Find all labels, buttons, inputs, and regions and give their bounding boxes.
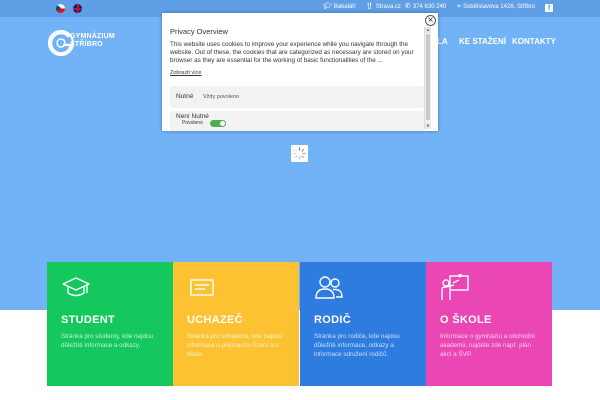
logo-text[interactable]: GYMNÁZIUM STŘÍBRO	[70, 33, 115, 49]
facebook-icon[interactable]: f	[545, 4, 553, 12]
card-uchazec[interactable]: UCHAZEČ Stránka pro uchazeče, kde najdou…	[173, 262, 299, 386]
scroll-thumb[interactable]	[426, 34, 430, 120]
show-more-link[interactable]: Zobrazit více	[170, 70, 201, 76]
close-icon[interactable]: ×	[425, 15, 436, 26]
card-title: STUDENT	[61, 314, 116, 326]
location-pin-icon: ⌖	[457, 3, 461, 10]
privacy-overview-dialog: Privacy Overview × This website uses coo…	[162, 13, 438, 131]
graduation-cap-icon: 🎓︎	[323, 3, 332, 10]
phone-icon: ✆	[405, 3, 411, 10]
card-student[interactable]: STUDENT Stránka pro studenty, kde najdou…	[47, 262, 173, 386]
card-title: O ŠKOLE	[440, 314, 492, 326]
czech-flag-icon[interactable]	[56, 4, 65, 13]
phone-link[interactable]: ✆ 374 630 240	[405, 3, 446, 10]
category-label: Nutné	[176, 93, 194, 100]
nav-item-ke-stazeni[interactable]: KE STAŽENÍ	[459, 37, 506, 46]
graduation-cap-icon	[62, 277, 90, 297]
card-text: Stránka pro studenty, kde najdou důležit…	[61, 333, 153, 349]
category-status: Vždy povoleno	[203, 94, 240, 100]
scroll-up-icon[interactable]: ▲	[425, 27, 431, 33]
card-title: RODIČ	[314, 314, 351, 326]
privacy-description: This website uses cookies to improve you…	[170, 41, 414, 64]
card-text: Informace o gymnáziu a obchodní akademii…	[440, 333, 535, 358]
card-text: Stránka pro rodiče, kde najdou důležité …	[314, 333, 400, 358]
spinner-icon	[293, 147, 306, 160]
privacy-title: Privacy Overview	[170, 27, 228, 36]
dialog-scrollbar[interactable]: ▲ ▼	[424, 27, 431, 129]
strava-link[interactable]: 🍴︎ Strava.cz	[365, 3, 401, 10]
scroll-down-icon[interactable]: ▼	[425, 123, 431, 129]
category-label: Není Nutné	[176, 113, 209, 120]
bakalari-link[interactable]: 🎓︎ Bakaláři	[323, 3, 356, 10]
card-title: UCHAZEČ	[187, 314, 243, 326]
cutlery-icon: 🍴︎	[365, 3, 374, 10]
card-o-skole[interactable]: O ŠKOLE Informace o gymnáziu a obchodní …	[426, 262, 552, 386]
card-rodic[interactable]: RODIČ Stránka pro rodiče, kde najdou důl…	[300, 262, 426, 386]
loading-spinner	[291, 145, 308, 162]
teacher-board-icon	[441, 274, 469, 300]
nav-item-partial[interactable]: LA	[437, 37, 448, 46]
card-text: Stránka pro uchazeče, kde najdou informa…	[187, 333, 283, 358]
category-status: Povoleno	[182, 120, 203, 126]
cookie-category-non-necessary[interactable]: Není Nutné Povoleno	[170, 111, 424, 131]
diploma-icon	[190, 279, 214, 296]
cookie-category-necessary[interactable]: Nutné Vždy povoleno	[170, 86, 424, 108]
nav-item-kontakty[interactable]: KONTAKTY	[512, 37, 556, 46]
users-icon	[315, 276, 343, 299]
address-link[interactable]: ⌖ Sobělslavova 1426, Stříbro	[457, 3, 535, 10]
uk-flag-icon[interactable]	[73, 4, 82, 13]
non-necessary-toggle[interactable]	[210, 120, 226, 127]
